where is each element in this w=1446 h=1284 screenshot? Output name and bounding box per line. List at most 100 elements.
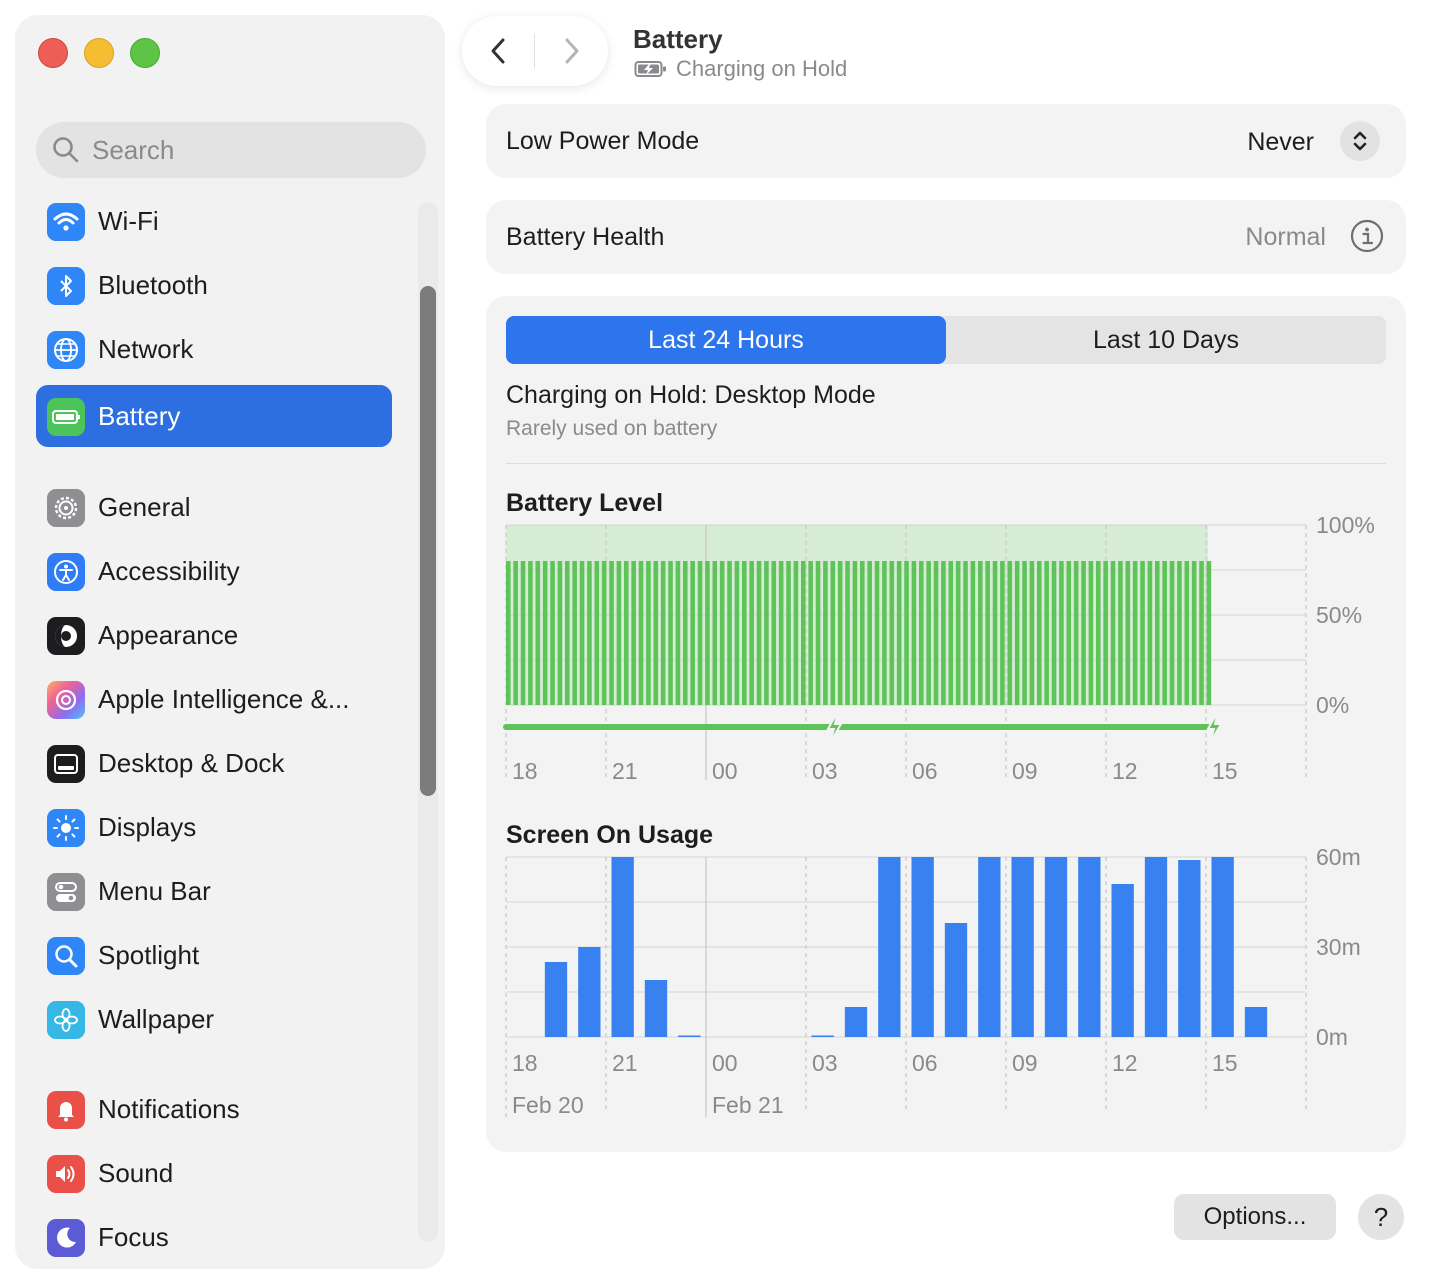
battery-charging-icon — [634, 61, 666, 77]
battery-level-bar — [1088, 561, 1094, 705]
battery-level-bar — [933, 561, 939, 705]
battery-level-bar — [742, 561, 747, 705]
sidebar-item-label: Focus — [98, 1222, 169, 1252]
screen-usage-bar — [678, 1035, 701, 1037]
sidebar-item-label: Network — [98, 334, 194, 364]
screen-usage-bar — [944, 923, 968, 1037]
magnifier-icon — [47, 937, 85, 975]
battery-level-bar — [1125, 561, 1131, 705]
back-button[interactable] — [482, 34, 516, 68]
battery-level-bar — [882, 561, 887, 705]
battery-level-bar — [801, 561, 806, 705]
sidebar-item-general[interactable]: General — [36, 476, 392, 538]
screen-usage-bar — [1244, 1007, 1268, 1037]
low-power-select[interactable] — [1340, 121, 1380, 161]
bell-icon — [47, 1091, 85, 1129]
sidebar-item-label: Menu Bar — [98, 876, 211, 906]
sidebar-item-label: Wallpaper — [98, 1004, 215, 1034]
sidebar-item-displays[interactable]: Displays — [36, 796, 392, 858]
sidebar-item-label: General — [98, 492, 191, 522]
battery-level-bar — [1014, 561, 1020, 705]
battery-x-tick-label: 06 — [912, 758, 938, 784]
sidebar-item-wifi[interactable]: Wi-Fi — [36, 190, 392, 252]
charging-bolt-icon — [1206, 710, 1223, 744]
sidebar-item-label: Apple Intelligence &... — [98, 684, 350, 714]
battery-level-bar — [697, 561, 703, 705]
sidebar-item-apple-intelligence[interactable]: Apple Intelligence &... — [36, 668, 392, 730]
zoom-window-button[interactable] — [130, 38, 160, 68]
battery-level-bar — [978, 561, 983, 705]
battery-level-bar — [749, 561, 754, 705]
battery-level-bar — [1162, 561, 1167, 705]
sidebar-item-label: Desktop & Dock — [98, 748, 285, 778]
appearance-icon — [47, 617, 85, 655]
sidebar-item-wallpaper[interactable]: Wallpaper — [36, 988, 392, 1050]
battery-level-bar — [1199, 561, 1204, 705]
battery-level-bar — [1073, 561, 1079, 705]
sidebar: Search Wi-Fi Bluetooth Network Battery G… — [16, 16, 444, 1268]
search-placeholder: Search — [92, 135, 175, 165]
usage-x-tick-label: 18 — [512, 1050, 538, 1076]
forward-button[interactable] — [554, 34, 588, 68]
sidebar-item-label: Wi-Fi — [98, 206, 159, 236]
battery-x-tick-label: 12 — [1112, 758, 1138, 784]
battery-level-bar — [660, 561, 666, 705]
battery-level-bar — [815, 561, 821, 705]
usage-y-tick-label: 0m — [1316, 1024, 1348, 1050]
battery-x-tick-label: 09 — [1012, 758, 1038, 784]
sidebar-item-sound[interactable]: Sound — [36, 1142, 392, 1204]
battery-level-bar — [1022, 561, 1027, 705]
screen-usage-bar — [1111, 884, 1134, 1037]
sidebar-item-bluetooth[interactable]: Bluetooth — [36, 254, 392, 316]
sidebar-item-menu-bar[interactable]: Menu Bar — [36, 860, 392, 922]
battery-level-bar — [646, 561, 651, 705]
usage-card: Last 24 Hours Last 10 Days Charging on H… — [486, 296, 1406, 1152]
battery-level-bar — [542, 561, 548, 705]
battery-level-bar — [837, 561, 843, 705]
sidebar-item-notifications[interactable]: Notifications — [36, 1078, 392, 1140]
sidebar-item-label: Appearance — [98, 620, 239, 650]
close-window-button[interactable] — [38, 38, 68, 68]
sidebar-item-desktop-dock[interactable]: Desktop & Dock — [36, 732, 392, 794]
battery-level-bar — [675, 561, 681, 705]
info-icon[interactable] — [1350, 219, 1384, 253]
sidebar-item-appearance[interactable]: Appearance — [36, 604, 392, 666]
battery-level-bar — [1081, 561, 1086, 705]
battery-level-bar — [889, 561, 895, 705]
dock-icon — [47, 745, 85, 783]
low-power-value[interactable]: Never — [1247, 127, 1314, 157]
screen-usage-bar — [611, 857, 634, 1037]
battery-level-bar — [830, 561, 836, 705]
battery-level-bar — [1118, 561, 1123, 705]
sidebar-scrollbar-thumb[interactable] — [420, 286, 436, 796]
battery-level-bar — [594, 561, 600, 705]
usage-x-tick-label: 06 — [912, 1050, 938, 1076]
chevron-updown-icon — [1353, 131, 1367, 151]
battery-level-bar — [985, 561, 990, 705]
sidebar-item-battery[interactable]: Battery — [36, 385, 392, 447]
battery-x-tick-label: 15 — [1212, 758, 1238, 784]
sidebar-item-spotlight[interactable]: Spotlight — [36, 924, 392, 986]
battery-level-bar — [793, 561, 799, 705]
battery-level-bar — [557, 561, 563, 705]
battery-level-bar — [513, 561, 518, 705]
battery-level-bar — [1029, 561, 1035, 705]
battery-level-bar — [896, 561, 902, 705]
bluetooth-icon — [47, 267, 85, 305]
sidebar-item-focus[interactable]: Focus — [36, 1206, 392, 1268]
sidebar-item-accessibility[interactable]: Accessibility — [36, 540, 392, 602]
sidebar-item-network[interactable]: Network — [36, 318, 392, 380]
page-title: Battery — [633, 24, 723, 54]
battery-level-bar — [601, 561, 607, 705]
usage-y-tick-label: 30m — [1316, 934, 1361, 960]
sidebar-item-label: Displays — [98, 812, 197, 842]
help-button[interactable]: ? — [1358, 1194, 1404, 1240]
battery-icon — [47, 398, 85, 436]
usage-x-tick-label: 12 — [1112, 1050, 1138, 1076]
search-input[interactable]: Search — [36, 122, 426, 178]
battery-level-bar — [1147, 561, 1153, 705]
battery-level-bar — [1110, 561, 1116, 705]
battery-level-bar — [955, 561, 961, 705]
minimize-window-button[interactable] — [84, 38, 114, 68]
options-button[interactable]: Options... — [1174, 1194, 1336, 1240]
